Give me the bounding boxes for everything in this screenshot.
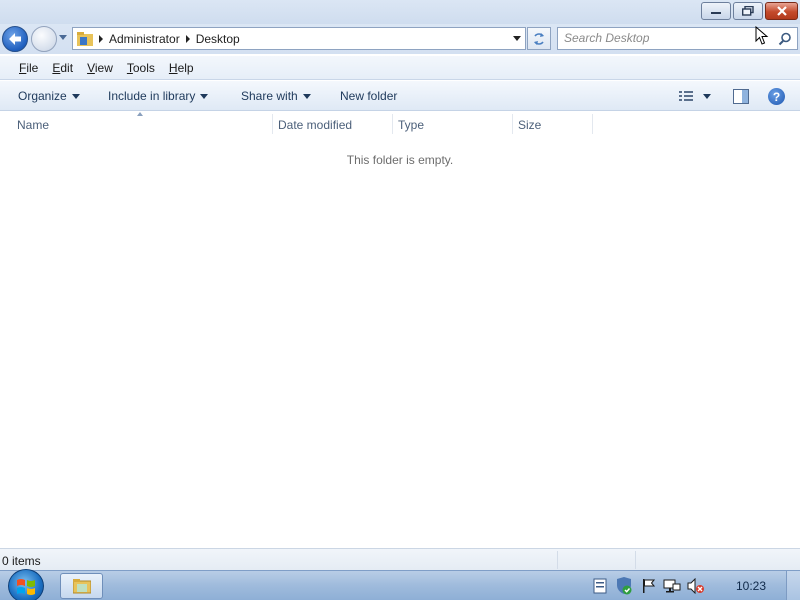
command-bar: Organize Include in library Share with N…	[0, 81, 800, 111]
menu-edit-rest: dit	[60, 60, 74, 75]
action-center-flag-icon[interactable]	[639, 577, 657, 595]
folder-icon	[77, 31, 93, 46]
document-icon[interactable]	[591, 577, 609, 595]
chevron-down-icon	[302, 93, 311, 99]
menu-file-rest: ile	[26, 60, 39, 75]
item-count: 0 items	[2, 554, 41, 568]
column-header-name[interactable]: Name	[17, 118, 49, 132]
preview-pane-button[interactable]	[733, 89, 749, 107]
column-headers: Name Date modified Type Size	[0, 112, 800, 136]
organize-button[interactable]: Organize	[18, 89, 80, 103]
column-header-size[interactable]: Size	[518, 118, 541, 132]
breadcrumb-separator[interactable]	[185, 34, 190, 43]
menu-file[interactable]: File	[19, 61, 38, 75]
navigation-bar: Administrator Desktop	[0, 24, 800, 54]
back-arrow-icon	[9, 33, 21, 45]
new-folder-label: New folder	[340, 89, 398, 103]
address-bar[interactable]: Administrator Desktop	[72, 27, 526, 50]
security-shield-icon[interactable]	[615, 577, 633, 595]
menu-help[interactable]: Help	[169, 61, 194, 75]
column-divider[interactable]	[512, 114, 513, 134]
refresh-button[interactable]	[527, 27, 551, 50]
refresh-icon	[534, 32, 544, 45]
mouse-cursor-icon	[755, 26, 769, 45]
view-details-icon	[679, 91, 693, 101]
include-in-library-label: Include in library	[108, 89, 196, 103]
network-icon[interactable]	[663, 577, 681, 595]
forward-button[interactable]	[31, 26, 57, 52]
recent-pages-dropdown-icon[interactable]	[58, 34, 68, 42]
taskbar: 10:23	[0, 569, 800, 600]
preview-pane-icon	[733, 89, 749, 104]
status-bar: 0 items	[0, 548, 800, 570]
address-history-dropdown[interactable]	[513, 36, 521, 41]
breadcrumb-administrator[interactable]: Administrator	[109, 32, 180, 46]
status-divider	[557, 551, 558, 569]
menu-bar: File Edit View Tools Help	[0, 56, 800, 80]
column-header-date-modified[interactable]: Date modified	[278, 118, 352, 132]
status-divider	[635, 551, 636, 569]
close-icon	[776, 6, 787, 16]
volume-muted-icon[interactable]	[687, 577, 705, 595]
organize-label: Organize	[18, 89, 67, 103]
back-button[interactable]	[2, 26, 28, 52]
restore-icon	[742, 6, 754, 16]
empty-folder-message: This folder is empty.	[346, 153, 454, 167]
help-icon: ?	[772, 89, 781, 104]
chevron-down-icon	[703, 94, 711, 99]
window-titlebar	[0, 0, 800, 24]
menu-tools[interactable]: Tools	[127, 61, 155, 75]
start-button[interactable]	[8, 569, 44, 600]
show-desktop-button[interactable]	[786, 571, 800, 600]
share-with-label: Share with	[241, 89, 298, 103]
menu-edit[interactable]: Edit	[52, 61, 73, 75]
column-divider[interactable]	[392, 114, 393, 134]
breadcrumb-desktop[interactable]: Desktop	[196, 32, 240, 46]
help-button[interactable]: ?	[768, 88, 785, 105]
menu-view[interactable]: View	[87, 61, 113, 75]
chevron-down-icon	[71, 93, 80, 99]
minimize-button[interactable]	[701, 2, 731, 20]
menu-view-rest: iew	[94, 60, 113, 75]
menu-help-rest: elp	[177, 60, 194, 75]
menu-tools-rest: ools	[132, 60, 155, 75]
breadcrumb-separator[interactable]	[99, 34, 103, 43]
change-view-button[interactable]	[678, 89, 714, 103]
taskbar-windows-explorer[interactable]	[60, 573, 103, 599]
search-input[interactable]	[564, 31, 764, 45]
restore-button[interactable]	[733, 2, 763, 20]
caption-buttons	[701, 2, 798, 20]
share-with-button[interactable]: Share with	[241, 89, 311, 103]
column-divider[interactable]	[592, 114, 593, 134]
minimize-icon	[711, 12, 721, 14]
menu-help-accelerator: H	[168, 60, 178, 75]
include-in-library-button[interactable]: Include in library	[108, 89, 209, 103]
sort-ascending-icon	[137, 112, 143, 116]
taskbar-clock[interactable]: 10:23	[736, 579, 766, 593]
windows-logo-icon	[17, 579, 35, 595]
menu-view-accelerator: V	[87, 60, 95, 75]
chevron-down-icon	[200, 93, 209, 99]
column-header-type[interactable]: Type	[398, 118, 424, 132]
windows-explorer-icon	[72, 579, 91, 594]
new-folder-button[interactable]: New folder	[340, 89, 397, 103]
close-button[interactable]	[765, 2, 798, 20]
notification-area	[591, 571, 705, 600]
search-icon[interactable]	[778, 32, 792, 46]
column-divider[interactable]	[272, 114, 273, 134]
